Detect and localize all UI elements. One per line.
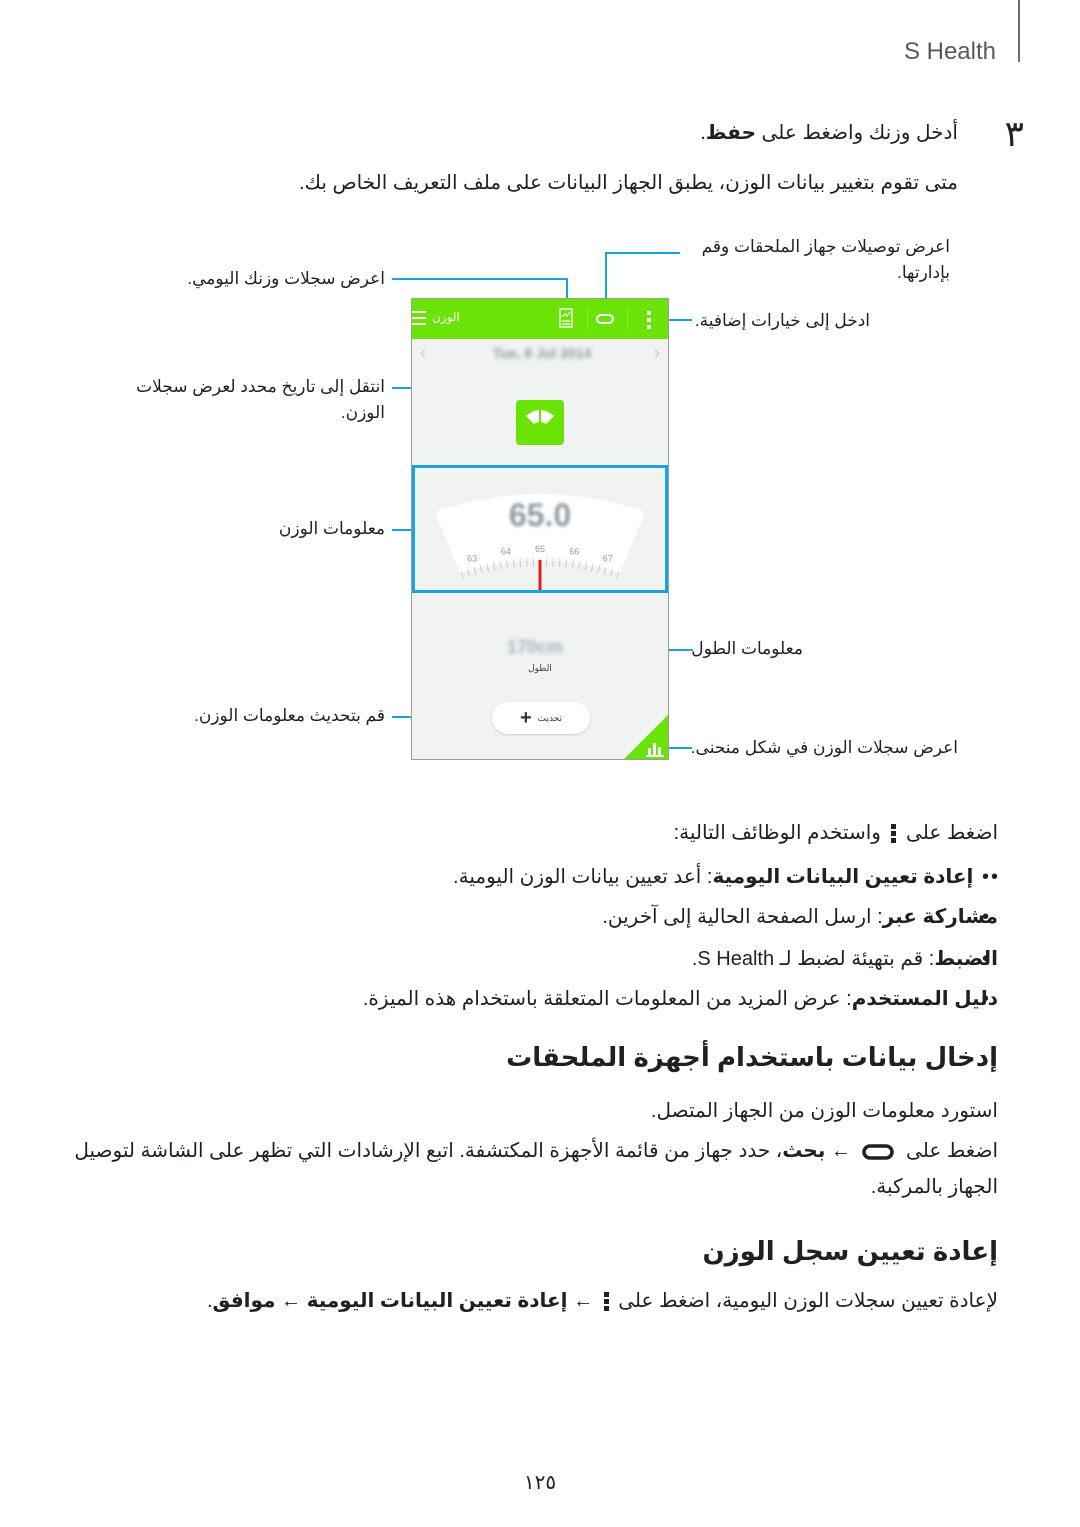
gauge-tick xyxy=(615,571,620,580)
option-desc: : ارسل الصفحة الحالية إلى آخرين. xyxy=(602,906,883,928)
header-divider xyxy=(1018,0,1020,62)
section-title: S Health xyxy=(903,38,996,65)
toolbar-separator xyxy=(627,309,628,329)
callout-update: قم بتحديث معلومات الوزن. xyxy=(194,706,385,725)
gauge-tick-label: 67 xyxy=(603,554,613,564)
arrow: ← xyxy=(567,1290,599,1312)
app-title: الوزن xyxy=(432,310,460,324)
options-intro-text: اضغط على xyxy=(900,822,998,844)
next-date-icon[interactable]: › xyxy=(654,343,660,364)
step-instruction: أدخل وزنك واضغط على حفظ. xyxy=(700,120,958,145)
gauge-tick xyxy=(460,571,465,580)
update-label: تحديث xyxy=(537,712,563,723)
option-desc: : قم بتهيئة لضبط لـ S Health. xyxy=(691,948,935,970)
page-number: ١٢٥ xyxy=(523,1472,557,1494)
gauge-tick-label: 64 xyxy=(501,546,511,556)
section2-text-start: لإعادة تعيين سجلات الوزن اليومية، اضغط ع… xyxy=(612,1290,998,1312)
callout-date: انتقل إلى تاريخ محدد لعرض سجلات الوزن. xyxy=(136,377,385,422)
prev-date-icon[interactable]: ‹ xyxy=(420,343,426,364)
current-date: Tue, 8 Jul 2014 xyxy=(492,345,592,361)
section1-text: اضغط على xyxy=(900,1140,998,1162)
accessory-link-icon xyxy=(862,1143,895,1160)
option-item: دليل المستخدم: عرض المزيد من المعلومات ا… xyxy=(363,986,998,1011)
callout-accessories: اعرض توصيلات جهاز الملحقات وقم بإدارتها. xyxy=(701,237,950,282)
section1-text-2: ، حدد جهاز من قائمة الأجهزة المكتشفة. ات… xyxy=(74,1140,783,1162)
options-intro-text-2: واستخدم الوظائف التالية: xyxy=(673,822,887,844)
more-options-icon xyxy=(603,1290,609,1313)
update-button[interactable]: + تحديث xyxy=(492,702,590,734)
bullet: • xyxy=(982,948,990,970)
weight-gauge-panel: 65.0 63 64 65 66 67 xyxy=(412,465,668,594)
option-term: دليل المستخدم xyxy=(851,988,998,1010)
bullet: • xyxy=(982,988,990,1010)
menu-icon[interactable] xyxy=(412,311,426,327)
gauge-tick xyxy=(519,558,522,567)
save-term: حفظ xyxy=(705,122,756,144)
callout-daily-log: اعرض سجلات وزنك اليومي. xyxy=(187,269,385,288)
gauge-tick xyxy=(558,558,561,567)
more-options-icon[interactable] xyxy=(646,310,652,330)
bullet: • xyxy=(982,866,990,888)
option-item: مشاركة عبر: ارسل الصفحة الحالية إلى آخري… xyxy=(602,904,998,929)
phone-screenshot: الوزن ‹ Tue, 8 Jul 2014 › 65.0 63 64 65 … xyxy=(411,298,669,760)
more-options-icon xyxy=(890,822,897,845)
bullet: • xyxy=(982,906,990,928)
arrow: ← xyxy=(825,1140,857,1162)
gauge-tick-label: 63 xyxy=(467,554,477,564)
app-bar: الوزن xyxy=(412,299,668,339)
callout-weight-info: معلومات الوزن xyxy=(278,519,385,538)
option-item: • إعادة تعيين البيانات اليومية: أعد تعيي… xyxy=(453,864,998,889)
option-item: الضبط: قم بتهيئة لضبط لـ S Health. xyxy=(692,946,998,971)
reset-daily-term: إعادة تعيين البيانات اليومية xyxy=(306,1290,568,1312)
scale-icon xyxy=(516,400,564,445)
gauge-tick-label: 66 xyxy=(569,546,579,556)
gauge-tick-label: 65 xyxy=(535,544,545,554)
plus-icon: + xyxy=(519,707,532,729)
height-label: الطول xyxy=(528,663,552,673)
daily-log-icon[interactable] xyxy=(559,308,573,328)
section1-line1: استورد معلومات الوزن من الجهاز المتصل. xyxy=(650,1100,998,1122)
ok-term: موافق xyxy=(212,1290,276,1312)
step-note: متى تقوم بتغيير بيانات الوزن، يطبق الجها… xyxy=(298,172,958,194)
date-navigator: ‹ Tue, 8 Jul 2014 › xyxy=(412,339,668,369)
graph-icon[interactable] xyxy=(646,741,664,757)
accessory-link-icon[interactable] xyxy=(596,314,614,324)
section-heading-accessories: إدخال بيانات باستخدام أجهزة الملحقات xyxy=(506,1042,998,1072)
callout-more-options: ادخل إلى خيارات إضافية. xyxy=(694,311,870,330)
callout-graph: اعرض سجلات الوزن في شكل منحنى. xyxy=(690,738,958,757)
section-heading-reset: إعادة تعيين سجل الوزن xyxy=(702,1236,998,1266)
option-term: مشاركة عبر xyxy=(882,906,998,928)
options-intro: اضغط على واستخدم الوظائف التالية: xyxy=(674,820,998,845)
weight-gauge: 65.0 63 64 65 66 67 xyxy=(435,494,645,594)
section1-line3: الجهاز بالمركبة. xyxy=(870,1176,998,1198)
toolbar-separator xyxy=(587,309,588,329)
height-panel: 170cm الطول + تحديث xyxy=(412,599,668,759)
option-term: إعادة تعيين البيانات اليومية xyxy=(712,866,974,888)
arrow: ← xyxy=(275,1290,307,1312)
bullet: • xyxy=(990,866,998,888)
section1-line2: اضغط على ← بحث، حدد جهاز من قائمة الأجهز… xyxy=(74,1138,998,1163)
step-text: أدخل وزنك واضغط على xyxy=(756,122,958,144)
option-desc: : عرض المزيد من المعلومات المتعلقة باستخ… xyxy=(362,988,852,1010)
search-term: بحث xyxy=(782,1140,826,1162)
height-value: 170cm xyxy=(507,637,564,657)
step-number: ٣ xyxy=(1004,113,1024,154)
weight-value: 65.0 xyxy=(509,497,571,533)
section2-text: لإعادة تعيين سجلات الوزن اليومية، اضغط ع… xyxy=(207,1288,998,1313)
option-desc: : أعد تعيين بيانات الوزن اليومية. xyxy=(453,866,713,888)
